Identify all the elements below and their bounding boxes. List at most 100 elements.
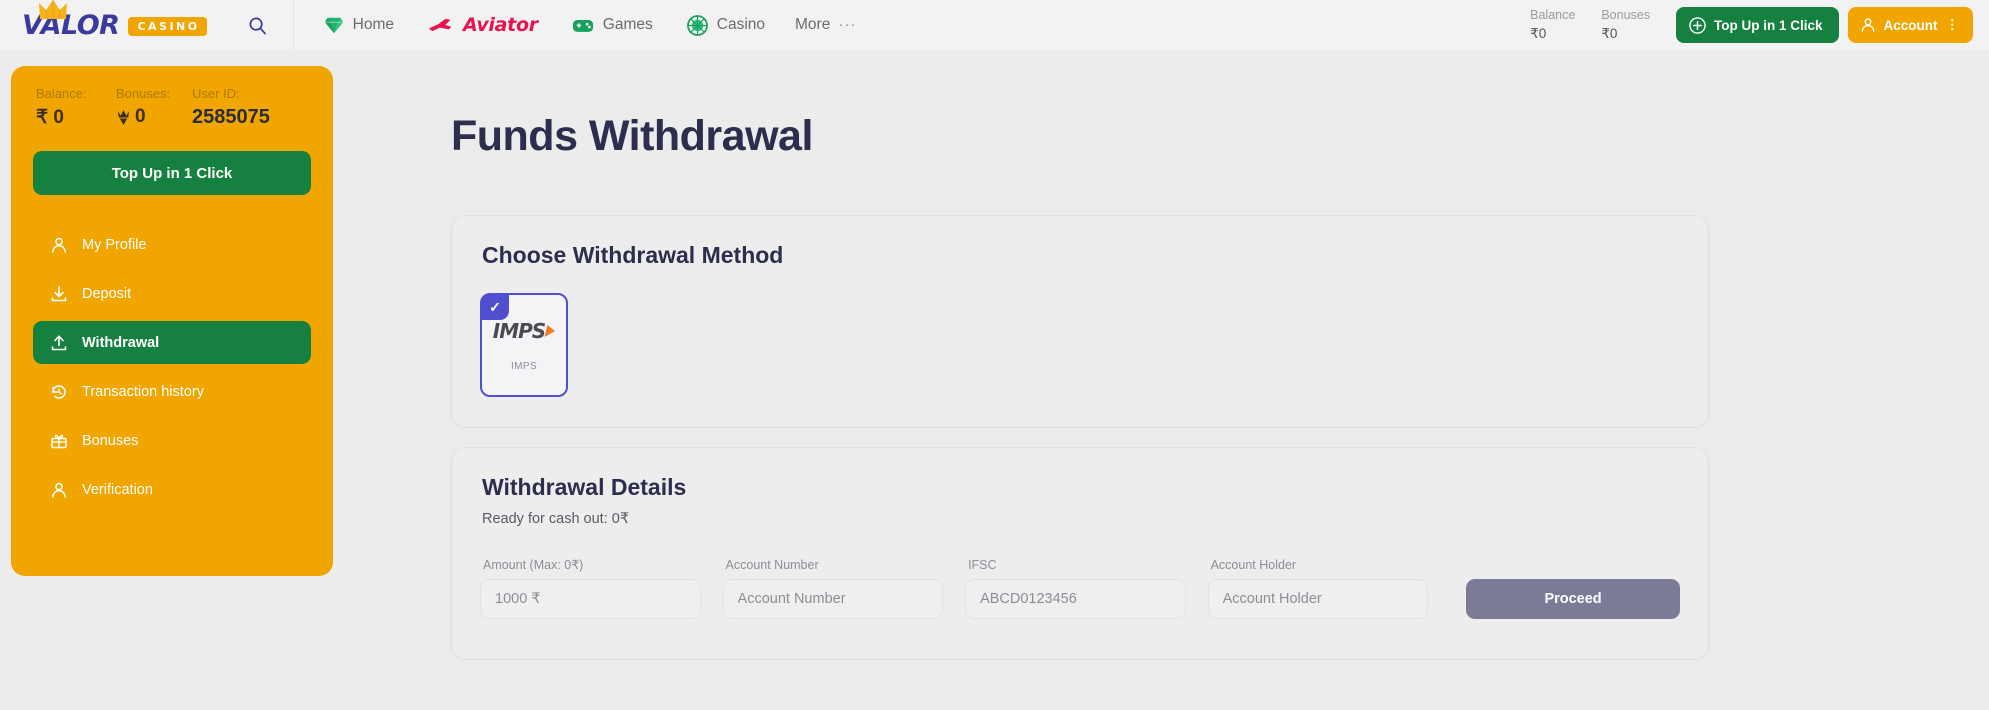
topbar-balance-value: ₹0 xyxy=(1530,26,1547,42)
search-button[interactable] xyxy=(241,8,275,42)
sidebar-item-label: Withdrawal xyxy=(82,334,160,351)
sidebar-item-label: Deposit xyxy=(82,285,132,302)
sidebar-bonuses-label: Bonuses: xyxy=(116,86,171,101)
topbar-bonuses-value: ₹0 xyxy=(1601,26,1618,42)
imps-logo: IMPS xyxy=(492,318,557,343)
plane-icon xyxy=(428,18,452,32)
nav-label: Games xyxy=(602,16,653,33)
gem-icon xyxy=(324,17,343,34)
imps-logo-text: IMPS xyxy=(492,318,546,343)
account-holder-input[interactable] xyxy=(1207,579,1429,619)
topbar-topup-label: Top Up in 1 Click xyxy=(1713,17,1823,33)
plus-circle-icon xyxy=(1689,16,1706,34)
field-label: IFSC xyxy=(968,558,997,572)
method-card-title: Choose Withdrawal Method xyxy=(482,242,784,268)
nav-label: Casino xyxy=(716,16,765,33)
sidebar-item-label: Transaction history xyxy=(82,383,204,400)
download-icon xyxy=(49,284,68,303)
sidebar-panel: Balance: ₹ 0 Bonuses: 0 User ID: 2585075… xyxy=(11,66,333,576)
method-list: ✓ IMPS IMPS xyxy=(480,293,1680,397)
logo-badge: CASINO xyxy=(128,17,207,36)
sidebar-bonuses-value-wrap: 0 xyxy=(116,106,192,128)
topbar-bonuses-label: Bonuses xyxy=(1601,8,1650,23)
user-check-icon xyxy=(49,480,68,499)
ellipsis-icon: ··· xyxy=(838,16,857,33)
field-account-number: Account Number xyxy=(722,558,944,619)
field-amount: Amount (Max: 0₹) xyxy=(480,557,701,619)
topbar-right: Balance ₹0 Bonuses ₹0 Top Up in 1 Click … xyxy=(1530,6,1973,44)
sidebar-balance-label: Balance: xyxy=(36,86,87,101)
withdrawal-details-card: Withdrawal Details Ready for cash out: 0… xyxy=(451,447,1709,660)
account-number-input[interactable] xyxy=(722,579,944,619)
withdrawal-form: Amount (Max: 0₹) Account Number IFSC Acc… xyxy=(480,557,1680,619)
sidebar-item-withdrawal[interactable]: Withdrawal xyxy=(33,321,311,364)
account-button[interactable]: Account ⋮ xyxy=(1847,7,1973,43)
topbar-balance: Balance ₹0 xyxy=(1530,6,1575,44)
sidebar-menu: My Profile Deposit Withdrawal Transactio… xyxy=(33,223,311,511)
sidebar-stats: Balance: ₹ 0 Bonuses: 0 User ID: 2585075 xyxy=(33,86,311,129)
amount-input[interactable] xyxy=(480,579,701,619)
nav-item-aviator[interactable]: Aviator xyxy=(414,7,552,43)
main-nav: Home Aviator Games Casino More ··· xyxy=(310,7,867,43)
history-icon xyxy=(49,382,68,401)
sidebar-balance: Balance: ₹ 0 xyxy=(36,86,116,129)
sidebar-userid-label: User ID: xyxy=(192,86,240,101)
sidebar-bonuses-value: 0 xyxy=(135,106,146,127)
sidebar-userid: User ID: 2585075 xyxy=(192,86,270,129)
sidebar-item-my-profile[interactable]: My Profile xyxy=(33,223,311,266)
withdrawal-method-card: Choose Withdrawal Method ✓ IMPS IMPS xyxy=(451,215,1709,428)
main-content: Funds Withdrawal Choose Withdrawal Metho… xyxy=(355,50,1989,710)
sidebar-topup-button[interactable]: Top Up in 1 Click xyxy=(33,151,311,195)
topbar-topup-button[interactable]: Top Up in 1 Click xyxy=(1675,7,1839,43)
account-caret-icon: ⋮ xyxy=(1945,17,1960,32)
bonus-crown-icon xyxy=(117,109,130,125)
field-label: Amount (Max: 0₹) xyxy=(483,558,584,572)
brand-logo[interactable]: VALOR CASINO xyxy=(22,0,207,41)
nav-item-more[interactable]: More ··· xyxy=(785,9,866,41)
upload-icon xyxy=(49,333,68,352)
method-option-imps[interactable]: ✓ IMPS IMPS xyxy=(480,293,568,397)
account-label: Account xyxy=(1883,17,1938,33)
roulette-icon xyxy=(686,14,708,36)
sidebar-bonuses: Bonuses: 0 xyxy=(116,86,192,129)
page-title: Funds Withdrawal xyxy=(451,112,813,160)
nav-label: Aviator xyxy=(462,14,538,36)
logo-text: VALOR xyxy=(22,9,120,41)
crown-icon xyxy=(39,0,67,19)
sidebar-userid-value: 2585075 xyxy=(192,106,270,128)
nav-item-home[interactable]: Home xyxy=(310,8,408,42)
sidebar-item-bonuses[interactable]: Bonuses xyxy=(33,419,311,462)
nav-item-casino[interactable]: Casino xyxy=(673,8,779,43)
sidebar-item-deposit[interactable]: Deposit xyxy=(33,272,311,315)
user-icon xyxy=(49,235,68,254)
topbar-bonuses: Bonuses ₹0 xyxy=(1601,6,1650,44)
sidebar-item-label: Bonuses xyxy=(82,432,139,449)
ready-for-cashout: Ready for cash out: 0₹ xyxy=(482,511,630,527)
sidebar-balance-value: ₹ 0 xyxy=(36,107,64,128)
sidebar-item-label: Verification xyxy=(82,481,153,498)
topbar-divider xyxy=(292,0,294,50)
imps-arrow-icon xyxy=(544,324,557,337)
field-label: Account Number xyxy=(725,558,819,572)
method-option-label: IMPS xyxy=(510,360,538,372)
sidebar-item-transaction-history[interactable]: Transaction history xyxy=(33,370,311,413)
user-icon xyxy=(1861,18,1874,32)
nav-more-label: More xyxy=(795,16,831,33)
nav-item-games[interactable]: Games xyxy=(558,9,667,41)
sidebar-item-label: My Profile xyxy=(82,236,147,253)
field-label: Account Holder xyxy=(1210,558,1297,572)
search-icon xyxy=(249,17,267,34)
check-icon: ✓ xyxy=(481,294,509,320)
gift-icon xyxy=(49,431,68,450)
field-ifsc: IFSC xyxy=(965,558,1186,619)
topbar-balance-label: Balance xyxy=(1530,8,1576,23)
nav-label: Home xyxy=(352,16,394,33)
details-card-title: Withdrawal Details xyxy=(482,474,687,500)
top-bar: VALOR CASINO Home Aviator Games Casino M… xyxy=(0,0,1989,50)
proceed-button[interactable]: Proceed xyxy=(1466,579,1680,619)
ifsc-input[interactable] xyxy=(965,579,1186,619)
gamepad-icon xyxy=(572,19,593,32)
sidebar-item-verification[interactable]: Verification xyxy=(33,468,311,511)
field-account-holder: Account Holder xyxy=(1207,558,1429,619)
sidebar: Balance: ₹ 0 Bonuses: 0 User ID: 2585075… xyxy=(0,50,355,710)
